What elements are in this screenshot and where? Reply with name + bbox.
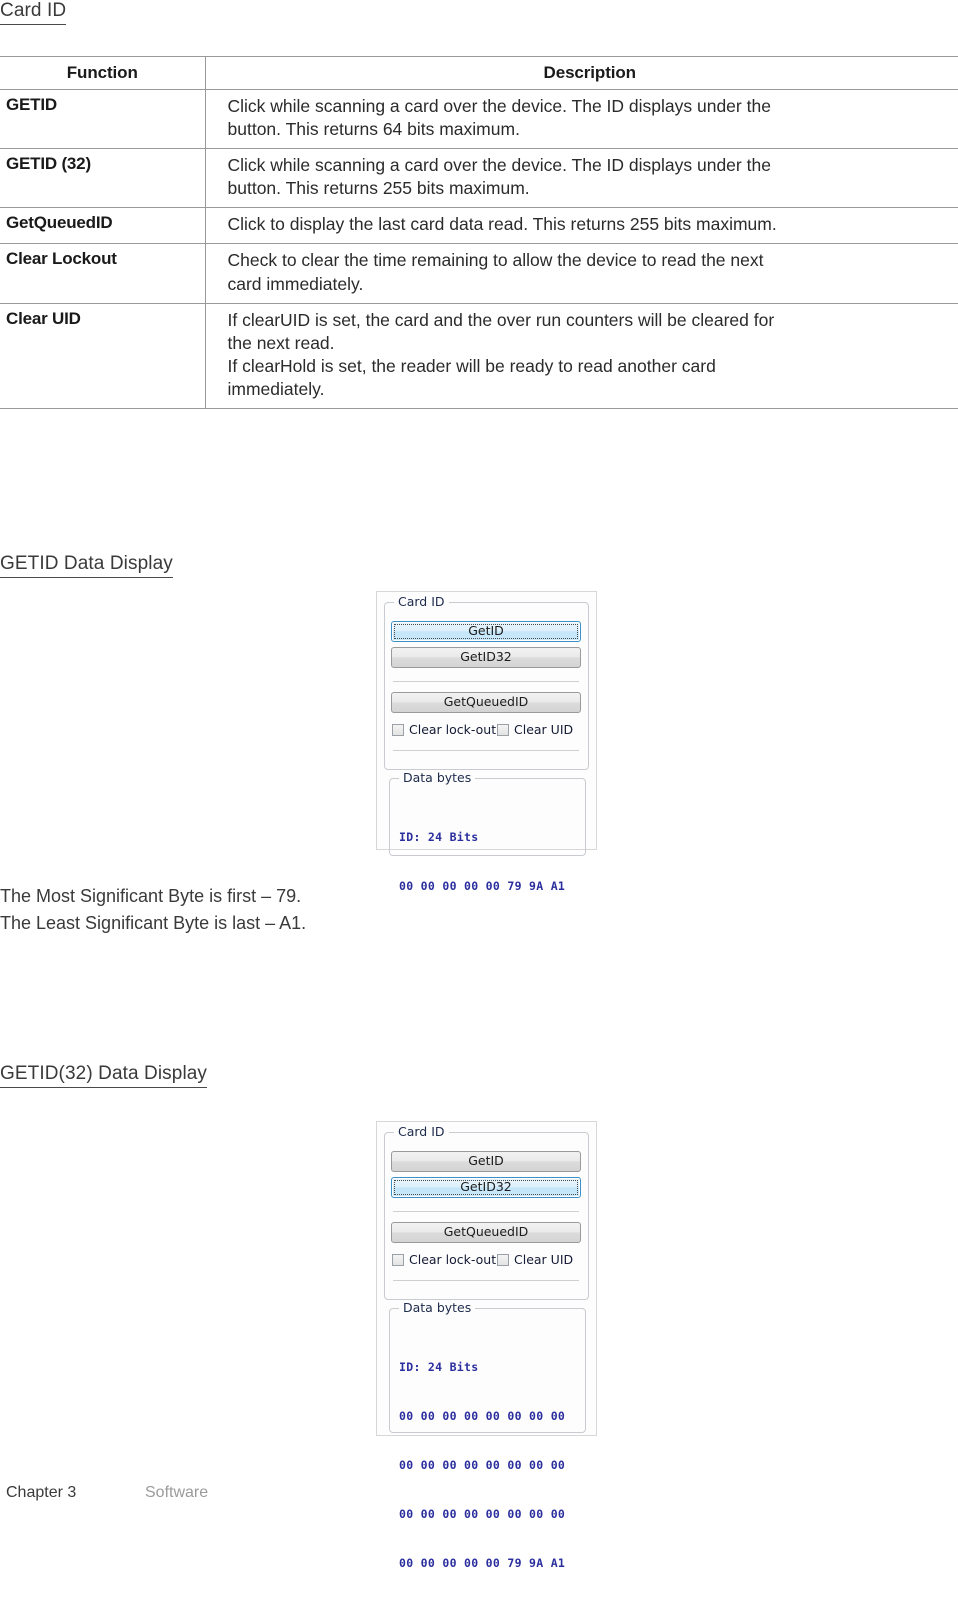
description-line: Click while scanning a card over the dev… [227, 96, 771, 116]
cell-description: Click while scanning a card over the dev… [205, 88, 958, 150]
checkbox-icon [392, 1253, 404, 1266]
column-header-function: Function [0, 56, 206, 90]
divider [393, 750, 579, 751]
description-line: If clearHold is set, the reader will be … [227, 355, 716, 376]
table-row: GetQueuedID Click to display the last ca… [0, 207, 958, 245]
cell-function: Clear UID [0, 302, 206, 410]
checkbox-icon [497, 723, 509, 736]
cell-description: Click to display the last card data read… [205, 207, 958, 245]
footer-section: Software [145, 1484, 209, 1501]
clear-lockout-checkbox[interactable]: Clear lock-out [392, 1252, 496, 1267]
note-line: The Least Significant Byte is last – A1. [0, 913, 307, 934]
clear-lockout-label: Clear lock-out [409, 722, 497, 737]
cell-description: Click while scanning a card over the dev… [205, 148, 958, 209]
table-header-row: Function Description [0, 56, 958, 90]
description-line: immediately. [227, 378, 325, 399]
clear-uid-label: Clear UID [514, 722, 574, 737]
data-bytes-line: ID: 24 Bits [399, 829, 479, 844]
getqueuedid-button-label: GetQueuedID [443, 1224, 529, 1240]
data-bytes-line: ID: 24 Bits [399, 1359, 479, 1374]
getid32-button-label: GetID32 [460, 1179, 512, 1195]
divider [393, 1211, 579, 1212]
getid-button[interactable]: GetID [391, 1151, 581, 1172]
cell-function: GetQueuedID [0, 207, 206, 245]
cell-description: If clearUID is set, the card and the ove… [205, 302, 958, 410]
checkbox-icon [392, 723, 404, 736]
getid32-button[interactable]: GetID32 [391, 647, 581, 668]
screenshot-getid32-panel: Card ID GetID GetID32 GetQueuedID Clear … [376, 1121, 597, 1570]
cell-description: Check to clear the time remaining to all… [205, 243, 958, 304]
clear-uid-checkbox[interactable]: Clear UID [497, 1252, 573, 1267]
clear-uid-label: Clear UID [514, 1252, 574, 1267]
description-line: Click to display the last card data read… [227, 214, 777, 235]
data-bytes-line: 00 00 00 00 00 00 00 00 [399, 1457, 566, 1472]
getid32-button[interactable]: GetID32 [391, 1177, 581, 1198]
groupbox-card-id-label: Card ID [394, 594, 449, 609]
description-line: Check to clear the time remaining to all… [227, 250, 764, 271]
description-line: button. This returns 255 bits maximum. [227, 178, 530, 199]
clear-lockout-label: Clear lock-out [409, 1252, 497, 1267]
divider [393, 1280, 579, 1281]
getid-button[interactable]: GetID [391, 621, 581, 642]
data-bytes-output: ID: 24 Bits 00 00 00 00 00 79 9A A1 [399, 796, 565, 927]
heading-getid-data-display: GETID Data Display [0, 553, 173, 578]
data-bytes-output: ID: 24 Bits 00 00 00 00 00 00 00 00 00 0… [399, 1326, 565, 1604]
divider [393, 681, 579, 682]
table-row: GETID (32) Click while scanning a card o… [0, 148, 958, 209]
screenshot-getid-panel: Card ID GetID GetID32 GetQueuedID Clear … [376, 591, 597, 893]
groupbox-data-bytes-label: Data bytes [399, 1300, 476, 1315]
checkbox-icon [497, 1253, 509, 1266]
table-row: Clear Lockout Check to clear the time re… [0, 243, 958, 304]
cell-function: GETID [0, 88, 206, 150]
note-line: The Most Significant Byte is first – 79. [0, 886, 302, 906]
footer-chapter: Chapter 3 [6, 1484, 77, 1501]
clear-lockout-checkbox[interactable]: Clear lock-out [392, 722, 496, 737]
table-row: Clear UID If clearUID is set, the card a… [0, 302, 958, 410]
description-line: card immediately. [227, 273, 364, 294]
getqueuedid-button-label: GetQueuedID [443, 694, 529, 710]
description-line: button. This returns 64 bits maximum. [227, 119, 520, 140]
groupbox-data-bytes-label: Data bytes [399, 770, 476, 785]
column-header-description: Description [205, 56, 958, 90]
getid-button-label: GetID [468, 1153, 504, 1169]
groupbox-card-id-label: Card ID [394, 1124, 449, 1139]
data-bytes-line: 00 00 00 00 00 79 9A A1 [399, 878, 566, 893]
msb-lsb-note: The Most Significant Byte is first – 79.… [0, 883, 306, 938]
table-row: GETID Click while scanning a card over t… [0, 88, 958, 150]
getqueuedid-button[interactable]: GetQueuedID [391, 692, 581, 713]
cell-function: Clear Lockout [0, 243, 206, 304]
data-bytes-line: 00 00 00 00 00 00 00 00 [399, 1408, 566, 1423]
getqueuedid-button[interactable]: GetQueuedID [391, 1222, 581, 1243]
heading-getid32-data-display: GETID(32) Data Display [0, 1063, 208, 1088]
cell-function: GETID (32) [0, 148, 206, 209]
data-bytes-line: 00 00 00 00 00 79 9A A1 [399, 1555, 566, 1570]
page-heading-card-id: Card ID [0, 0, 67, 25]
data-bytes-line: 00 00 00 00 00 00 00 00 [399, 1506, 566, 1521]
getid32-button-label: GetID32 [460, 649, 512, 665]
clear-uid-checkbox[interactable]: Clear UID [497, 722, 573, 737]
description-line: If clearUID is set, the card and the ove… [227, 309, 775, 330]
description-line: the next read. [227, 332, 335, 353]
function-description-table: Function Description GETID Click while s… [0, 56, 958, 410]
getid-button-label: GetID [468, 623, 504, 639]
description-line: Click while scanning a card over the dev… [227, 155, 771, 176]
